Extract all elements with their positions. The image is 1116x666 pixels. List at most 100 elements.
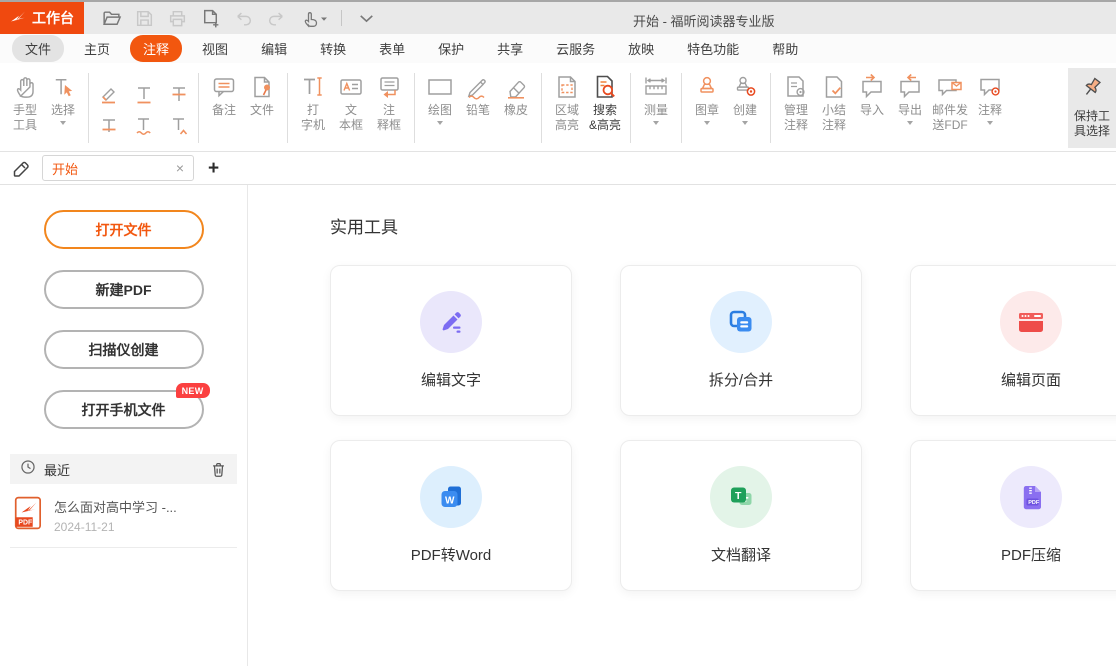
annotate-quick-icon[interactable] <box>8 155 34 181</box>
file-attachment-label: 文件 <box>250 103 274 118</box>
search-highlight-icon <box>591 70 619 103</box>
svg-text:W: W <box>445 496 455 507</box>
measure-button[interactable]: 测量 <box>637 68 675 127</box>
highlight-text-icon[interactable] <box>91 78 126 109</box>
underline-text-icon[interactable] <box>126 78 161 109</box>
card-label: 编辑页面 <box>1001 369 1061 390</box>
create-stamp-label: 创建 <box>733 103 757 118</box>
menu-present[interactable]: 放映 <box>615 35 667 62</box>
create-pdf-icon[interactable] <box>197 5 223 31</box>
tab-close-icon[interactable]: × <box>176 161 184 175</box>
open-mobile-file-button[interactable]: 打开手机文件 NEW <box>44 390 204 429</box>
new-tab-button[interactable]: + <box>208 159 219 178</box>
menu-convert[interactable]: 转换 <box>307 35 359 62</box>
workbench-label: 工作台 <box>32 8 74 28</box>
open-file-icon[interactable] <box>98 5 124 31</box>
edit-pages-icon <box>1000 291 1062 353</box>
area-highlight-icon <box>553 70 581 103</box>
split-merge-icon <box>710 291 772 353</box>
card-pdf-compress[interactable]: PDF PDF压缩 <box>910 440 1116 591</box>
area-highlight-button[interactable]: 区域 高亮 <box>548 68 586 135</box>
search-highlight-button[interactable]: 搜索 &高亮 <box>586 68 624 135</box>
pencil-button[interactable]: 铅笔 <box>459 68 497 120</box>
stamp-button[interactable]: 图章 <box>688 68 726 127</box>
workbench-button[interactable]: 工作台 <box>0 2 84 34</box>
file-attachment-button[interactable]: 文件 <box>243 68 281 120</box>
chevron-down-icon <box>60 121 66 125</box>
select-tool-button[interactable]: 选择 <box>44 68 82 127</box>
menu-view[interactable]: 视图 <box>189 35 241 62</box>
tools-heading: 实用工具 <box>330 213 1116 238</box>
customize-toolbar-icon[interactable] <box>353 5 379 31</box>
menu-comment[interactable]: 注释 <box>130 35 182 62</box>
file-attachment-icon <box>248 70 276 103</box>
comments-settings-button[interactable]: 注释 <box>971 68 1009 127</box>
hand-tool-button[interactable]: 手型 工具 <box>6 68 44 135</box>
open-file-button[interactable]: 打开文件 <box>44 210 204 249</box>
create-stamp-icon <box>731 70 759 103</box>
card-edit-text[interactable]: 编辑文字 <box>330 265 572 416</box>
import-comments-button[interactable]: 导入 <box>853 68 891 120</box>
hand-icon <box>12 70 39 103</box>
touch-mode-icon[interactable] <box>296 5 330 31</box>
card-edit-pages[interactable]: 编辑页面 <box>910 265 1116 416</box>
menu-protect[interactable]: 保护 <box>425 35 477 62</box>
print-icon[interactable] <box>164 5 190 31</box>
card-doc-translate[interactable]: T 文档翻译 <box>620 440 862 591</box>
manage-comments-button[interactable]: 管理 注释 <box>777 68 815 135</box>
save-icon[interactable] <box>131 5 157 31</box>
card-pdf-to-word[interactable]: W PDF转Word <box>330 440 572 591</box>
strikeout-text-icon[interactable] <box>161 78 196 109</box>
export-comments-button[interactable]: 导出 <box>891 68 929 127</box>
clock-icon <box>20 459 36 480</box>
clear-recent-trash-icon[interactable] <box>210 461 227 478</box>
pdf-file-icon: PDF <box>14 496 44 535</box>
menu-file[interactable]: 文件 <box>12 35 64 62</box>
email-fdf-button[interactable]: 邮件发 送FDF <box>929 68 971 135</box>
window-title: 开始 - 福昕阅读器专业版 <box>633 11 775 30</box>
menu-help[interactable]: 帮助 <box>759 35 811 62</box>
stamp-label: 图章 <box>695 103 719 118</box>
menu-features[interactable]: 特色功能 <box>674 35 752 62</box>
menu-cloud[interactable]: 云服务 <box>543 35 608 62</box>
eraser-button[interactable]: 橡皮 <box>497 68 535 120</box>
note-button[interactable]: 备注 <box>205 68 243 120</box>
card-label: 编辑文字 <box>421 369 481 390</box>
drawing-button[interactable]: 绘图 <box>421 68 459 127</box>
menu-home[interactable]: 主页 <box>71 35 123 62</box>
export-label: 导出 <box>898 103 922 118</box>
insert-text-icon[interactable] <box>161 109 196 140</box>
summarize-comments-button[interactable]: 小结 注释 <box>815 68 853 135</box>
open-file-label: 打开文件 <box>96 220 152 240</box>
measure-label: 测量 <box>644 103 668 118</box>
typewriter-label: 打 字机 <box>301 103 325 133</box>
create-stamp-button[interactable]: 创建 <box>726 68 764 127</box>
squiggly-underline-icon[interactable] <box>126 109 161 140</box>
redo-icon[interactable] <box>263 5 289 31</box>
recent-title: 最近 <box>44 460 70 479</box>
chevron-down-icon <box>653 121 659 125</box>
keep-tool-selected-button[interactable]: 保持工 具选择 <box>1068 68 1116 148</box>
textbox-label: 文 本框 <box>339 103 363 133</box>
scanner-create-button[interactable]: 扫描仪创建 <box>44 330 204 369</box>
menu-form[interactable]: 表单 <box>366 35 418 62</box>
menu-edit[interactable]: 编辑 <box>248 35 300 62</box>
tool-cards-grid: 编辑文字 拆分/合并 编辑页面 W PDF转Word <box>330 265 1116 591</box>
open-mobile-file-label: 打开手机文件 <box>82 400 166 420</box>
typewriter-button[interactable]: 打 字机 <box>294 68 332 135</box>
textbox-button[interactable]: 文 本框 <box>332 68 370 135</box>
card-label: 文档翻译 <box>711 544 771 565</box>
document-tab-bar: 开始 × + <box>0 152 1116 185</box>
baseline-strike-icon[interactable] <box>91 109 126 140</box>
tab-start[interactable]: 开始 × <box>42 155 194 181</box>
card-split-merge[interactable]: 拆分/合并 <box>620 265 862 416</box>
new-pdf-button[interactable]: 新建PDF <box>44 270 204 309</box>
recent-file-item[interactable]: PDF 怎么面对高中学习 -... 2024-11-21 <box>10 484 237 548</box>
typewriter-icon <box>299 70 327 103</box>
eraser-label: 橡皮 <box>504 103 528 118</box>
undo-icon[interactable] <box>230 5 256 31</box>
menu-share[interactable]: 共享 <box>484 35 536 62</box>
callout-button[interactable]: 注 释框 <box>370 68 408 135</box>
hand-tool-label: 手型 工具 <box>13 103 37 133</box>
keep-tool-label: 保持工 具选择 <box>1074 109 1110 139</box>
